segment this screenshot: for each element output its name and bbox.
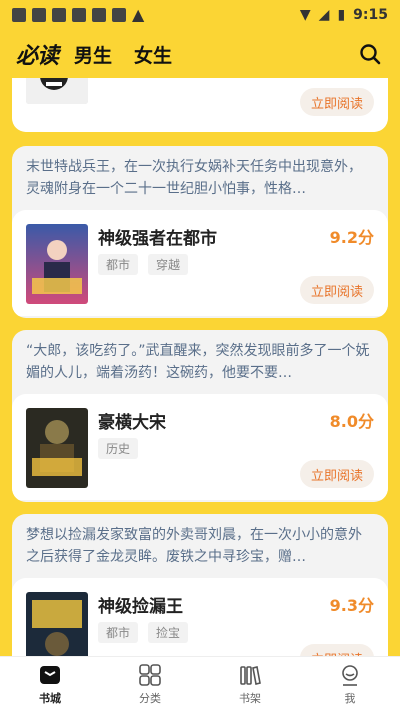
book-cover[interactable] — [26, 592, 88, 656]
book-score: 9.2分 — [329, 228, 374, 247]
book-tag: 历史 — [98, 438, 139, 459]
bookshelf-icon — [240, 666, 261, 685]
book-title[interactable]: 神级强者在都市 — [98, 224, 217, 249]
book-tags: 都市 穿越 — [98, 254, 189, 275]
book-feed: 立即阅读 末世特战兵王，在一次执行女娲补天任务中出现意外，灵魂附身在一个二十一世… — [0, 78, 400, 656]
tab-female[interactable]: 女生 — [134, 41, 172, 68]
notification-icon — [12, 8, 26, 22]
bottom-nav: 书城 分类 书架 我 — [0, 656, 400, 712]
book-card: 立即阅读 — [12, 78, 388, 132]
book-card: 末世特战兵王，在一次执行女娲补天任务中出现意外，灵魂附身在一个二十一世纪胆小怕事… — [12, 146, 388, 318]
book-cover[interactable] — [26, 224, 88, 304]
notification-icon — [72, 8, 86, 22]
notification-icon — [112, 8, 126, 22]
nav-label: 分类 — [139, 692, 161, 705]
tab-male[interactable]: 男生 — [74, 41, 112, 68]
app-logo: 必读 — [16, 44, 59, 69]
book-tags: 都市 捡宝 — [98, 622, 189, 643]
book-score: 8.0分 — [329, 412, 374, 431]
book-title[interactable]: 神级捡漏王 — [98, 592, 183, 617]
notification-icon — [32, 8, 46, 22]
book-cover[interactable] — [26, 408, 88, 488]
notification-icons: ▲ — [12, 5, 145, 24]
app-header: 必读 男生 女生 — [0, 30, 400, 78]
book-score: 9.3分 — [329, 596, 374, 615]
profile-icon — [342, 665, 358, 686]
read-now-button[interactable]: 立即阅读 — [300, 644, 374, 656]
read-now-button[interactable]: 立即阅读 — [300, 276, 374, 304]
book-cover[interactable] — [26, 78, 88, 104]
wifi-icon: ▼ — [299, 7, 311, 23]
nav-label: 我 — [344, 692, 356, 705]
status-time: 9:15 — [353, 7, 388, 23]
notification-icon — [92, 8, 106, 22]
book-title[interactable]: 豪横大宋 — [98, 408, 166, 433]
signal-icon: ◢ — [318, 7, 330, 23]
book-tags: 历史 — [98, 438, 139, 459]
warning-icon: ▲ — [132, 5, 145, 24]
book-tag: 捡宝 — [148, 622, 189, 643]
nav-profile[interactable]: 我 — [300, 657, 400, 712]
battery-icon: ▮ — [337, 7, 346, 23]
book-card: “大郎，该吃药了。”武直醒来，突然发现眼前多了一个妩媚的人儿，端着汤药！这碗药，… — [12, 330, 388, 502]
nav-category[interactable]: 分类 — [100, 657, 200, 712]
category-icon — [139, 664, 161, 686]
book-tag: 都市 — [98, 622, 139, 643]
book-card: 梦想以捡漏发家致富的外卖哥刘晨，在一次小小的意外之后获得了金龙灵眸。废铁之中寻珍… — [12, 514, 388, 656]
read-now-button[interactable]: 立即阅读 — [300, 460, 374, 488]
nav-bookshelf[interactable]: 书架 — [200, 657, 300, 712]
book-description: 末世特战兵王，在一次执行女娲补天任务中出现意外，灵魂附身在一个二十一世纪胆小怕事… — [26, 159, 362, 197]
search-icon[interactable] — [356, 40, 384, 68]
nav-bookstore[interactable]: 书城 — [0, 657, 100, 712]
book-info: 神级捡漏王 9.3分 都市 捡宝 立即阅读 — [12, 578, 388, 656]
status-bar: ▲ ▼ ◢ ▮ 9:15 — [0, 0, 400, 30]
book-tag: 穿越 — [148, 254, 189, 275]
nav-label: 书架 — [239, 692, 261, 705]
book-info: 神级强者在都市 9.2分 都市 穿越 立即阅读 — [12, 210, 388, 316]
book-info: 立即阅读 — [12, 78, 388, 132]
nav-label: 书城 — [39, 692, 61, 705]
book-info: 豪横大宋 8.0分 历史 立即阅读 — [12, 394, 388, 500]
read-now-button[interactable]: 立即阅读 — [300, 88, 374, 116]
book-description: 梦想以捡漏发家致富的外卖哥刘晨，在一次小小的意外之后获得了金龙灵眸。废铁之中寻珍… — [26, 527, 362, 565]
bookstore-icon — [40, 666, 60, 684]
notification-icon — [52, 8, 66, 22]
book-tag: 都市 — [98, 254, 139, 275]
book-description: “大郎，该吃药了。”武直醒来，突然发现眼前多了一个妩媚的人儿，端着汤药！这碗药，… — [26, 343, 370, 381]
